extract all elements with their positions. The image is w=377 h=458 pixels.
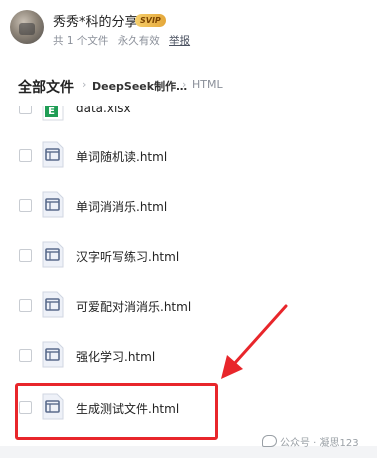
row-checkbox[interactable] bbox=[19, 149, 32, 162]
highlight-box bbox=[15, 383, 218, 440]
row-checkbox[interactable] bbox=[19, 249, 32, 262]
share-header: 秀秀*科的分享 SVIP 共 1 个文件 永久有效 举报 bbox=[0, 0, 377, 62]
avatar[interactable] bbox=[10, 10, 44, 44]
svg-text:E: E bbox=[48, 106, 55, 117]
breadcrumb-root[interactable]: 全部文件 bbox=[18, 77, 74, 97]
wechat-icon bbox=[262, 435, 277, 447]
file-row[interactable]: 可爱配对消消乐.html bbox=[0, 280, 377, 330]
file-name[interactable]: data.xlsx bbox=[76, 106, 131, 115]
file-row[interactable]: 单词消消乐.html bbox=[0, 180, 377, 230]
breadcrumb-current: HTML bbox=[192, 78, 223, 91]
file-name[interactable]: 单词随机读.html bbox=[76, 148, 167, 165]
breadcrumb-folder[interactable]: DeepSeek制作… bbox=[92, 78, 187, 94]
chevron-right-icon: › bbox=[82, 78, 87, 91]
chevron-right-icon: › bbox=[182, 78, 187, 91]
html-file-icon bbox=[42, 141, 64, 168]
file-name[interactable]: 汉字听写练习.html bbox=[76, 248, 179, 265]
html-file-icon bbox=[42, 291, 64, 318]
bottom-partial-text: … … … … … bbox=[20, 450, 89, 458]
breadcrumb: 全部文件 › DeepSeek制作… › HTML bbox=[0, 62, 377, 106]
owner-name[interactable]: 秀秀*科的分享 bbox=[53, 11, 138, 30]
share-meta: 共 1 个文件 永久有效 举报 bbox=[53, 33, 196, 48]
row-checkbox[interactable] bbox=[19, 199, 32, 212]
file-row[interactable]: 强化学习.html bbox=[0, 330, 377, 380]
file-count: 共 1 个文件 bbox=[53, 35, 109, 47]
html-file-icon bbox=[42, 191, 64, 218]
row-checkbox[interactable] bbox=[19, 299, 32, 312]
file-row[interactable]: 汉字听写练习.html bbox=[0, 230, 377, 280]
report-link[interactable]: 举报 bbox=[169, 35, 190, 47]
excel-file-icon: E bbox=[42, 106, 64, 121]
row-checkbox[interactable] bbox=[19, 349, 32, 362]
file-name[interactable]: 可爱配对消消乐.html bbox=[76, 298, 191, 315]
file-row[interactable]: 单词随机读.html bbox=[0, 130, 377, 180]
file-name[interactable]: 单词消消乐.html bbox=[76, 198, 167, 215]
watermark: 公众号 · 凝思123 bbox=[262, 434, 359, 449]
file-name[interactable]: 强化学习.html bbox=[76, 348, 155, 365]
watermark-text: 公众号 · 凝思123 bbox=[280, 438, 359, 449]
svip-badge: SVIP bbox=[135, 14, 166, 27]
html-file-icon bbox=[42, 341, 64, 368]
validity: 永久有效 bbox=[117, 35, 160, 47]
row-checkbox[interactable] bbox=[19, 106, 32, 114]
html-file-icon bbox=[42, 241, 64, 268]
